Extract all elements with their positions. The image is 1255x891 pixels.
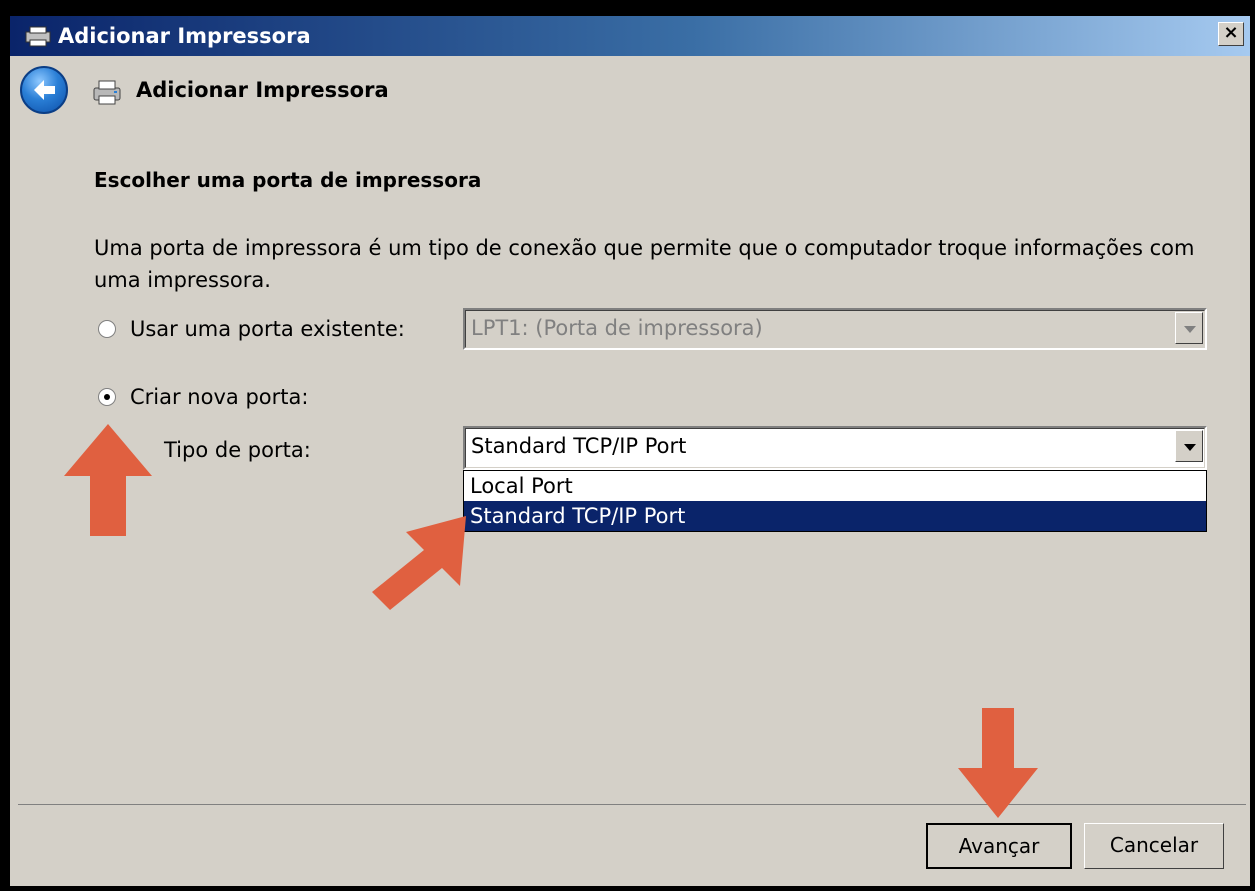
wizard-footer: Avançar Cancelar bbox=[18, 805, 1246, 886]
section-description: Uma porta de impressora é um tipo de con… bbox=[94, 236, 1195, 292]
port-type-label: Tipo de porta: bbox=[164, 438, 311, 462]
next-button[interactable]: Avançar bbox=[926, 823, 1072, 869]
chevron-down-icon[interactable] bbox=[1175, 312, 1203, 344]
option-local-port[interactable]: Local Port bbox=[464, 471, 1206, 501]
add-printer-window: Adicionar Impressora × Adicionar Impress… bbox=[0, 0, 1255, 891]
existing-port-label[interactable]: Usar uma porta existente: bbox=[130, 315, 405, 343]
wizard-content: Escolher uma porta de impressora Uma por… bbox=[18, 122, 1246, 805]
annotation-arrow-down-icon bbox=[958, 708, 1038, 818]
annotation-arrow-up-icon bbox=[64, 424, 152, 536]
title-bar[interactable]: Adicionar Impressora × bbox=[10, 16, 1250, 56]
section-heading: Escolher uma porta de impressora bbox=[94, 168, 482, 192]
page-title: Adicionar Impressora bbox=[136, 78, 389, 102]
back-arrow-icon bbox=[34, 80, 55, 100]
new-port-label[interactable]: Criar nova porta: bbox=[130, 383, 308, 411]
existing-port-radio[interactable] bbox=[98, 320, 116, 338]
port-type-dropdown[interactable]: Standard TCP/IP Port bbox=[463, 426, 1207, 470]
window-title: Adicionar Impressora bbox=[58, 24, 311, 48]
existing-port-value: LPT1: (Porta de impressora) bbox=[471, 316, 763, 340]
new-port-radio[interactable] bbox=[98, 388, 116, 406]
option-standard-tcp-ip-port[interactable]: Standard TCP/IP Port bbox=[464, 501, 1206, 531]
cancel-button[interactable]: Cancelar bbox=[1084, 823, 1224, 869]
printer-icon bbox=[25, 26, 51, 47]
back-button[interactable] bbox=[20, 66, 68, 114]
annotation-arrow-diagonal-icon bbox=[372, 516, 466, 610]
chevron-down-icon[interactable] bbox=[1175, 430, 1203, 462]
close-button[interactable]: × bbox=[1218, 22, 1244, 46]
port-type-options-list: Local Port Standard TCP/IP Port bbox=[463, 470, 1207, 532]
existing-port-dropdown[interactable]: LPT1: (Porta de impressora) bbox=[463, 308, 1207, 350]
printer-icon bbox=[93, 80, 121, 105]
port-type-value: Standard TCP/IP Port bbox=[471, 434, 687, 458]
navigation-bar: Adicionar Impressora bbox=[10, 56, 1250, 122]
